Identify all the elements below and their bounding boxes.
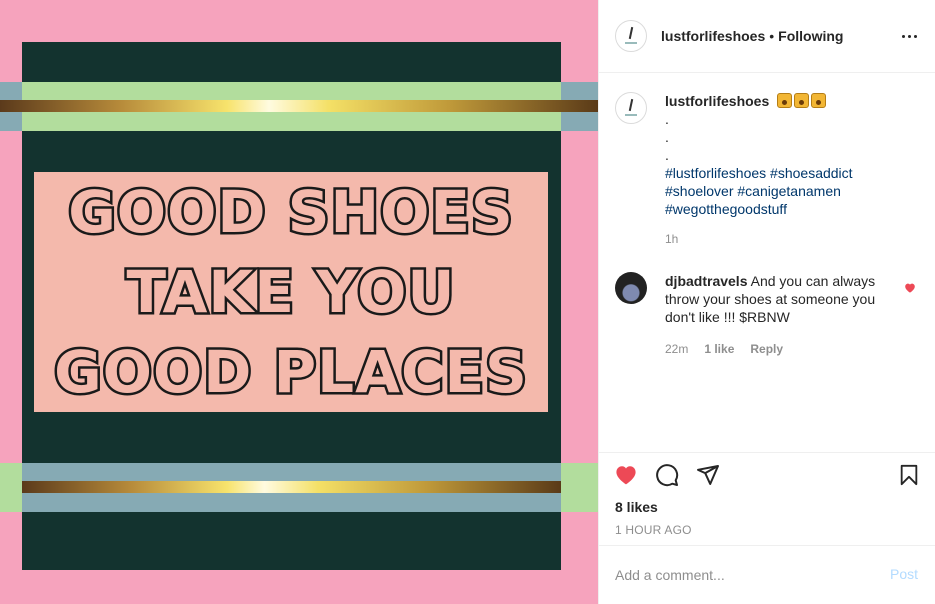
image-gold-stripe bbox=[0, 100, 598, 112]
caption-body: lustforlifeshoes . . . #lustforlifeshoes… bbox=[665, 92, 853, 248]
post-side-panel: lustforlifeshoes • Following lustforlife… bbox=[598, 0, 935, 604]
caption-avatar[interactable] bbox=[615, 92, 647, 124]
post-image[interactable]: GOOD SHOES TAKE YOU GOOD PLACES bbox=[0, 0, 598, 604]
post-comment-button[interactable]: Post bbox=[890, 566, 918, 582]
hashtag-line[interactable]: #lustforlifeshoes #shoesaddict bbox=[665, 164, 853, 182]
post-container: GOOD SHOES TAKE YOU GOOD PLACES lustforl… bbox=[0, 0, 935, 604]
caption-dot: . bbox=[665, 147, 669, 163]
image-stripe bbox=[0, 463, 22, 512]
hashtag-line[interactable]: #shoelover #canigetanamen bbox=[665, 182, 853, 200]
post-header: lustforlifeshoes • Following bbox=[599, 0, 935, 73]
comment-icon[interactable] bbox=[654, 463, 680, 487]
comment-time[interactable]: 22m bbox=[665, 340, 688, 358]
caption: lustforlifeshoes . . . #lustforlifeshoes… bbox=[615, 92, 915, 248]
comment-input[interactable] bbox=[615, 567, 875, 583]
caption-time[interactable]: 1h bbox=[665, 230, 853, 248]
comment-likes[interactable]: 1 like bbox=[704, 340, 734, 358]
bookmark-icon[interactable] bbox=[898, 463, 920, 487]
raising-hands-emoji bbox=[794, 93, 810, 108]
comment-meta: 22m 1 like Reply bbox=[665, 340, 890, 358]
add-comment-bar: Post bbox=[599, 545, 935, 604]
slogan-line-2: TAKE YOU bbox=[124, 256, 457, 329]
comment-item: djbadtravels And you can always throw yo… bbox=[615, 272, 920, 358]
follow-status-button[interactable]: Following bbox=[778, 28, 843, 44]
comment-body: djbadtravels And you can always throw yo… bbox=[665, 272, 890, 358]
caption-dot: . bbox=[665, 111, 669, 127]
header-text: lustforlifeshoes • Following bbox=[661, 28, 843, 44]
post-actions: 8 likes 1 HOUR AGO bbox=[599, 452, 935, 544]
raising-hands-emoji bbox=[811, 93, 827, 108]
share-send-icon[interactable] bbox=[695, 463, 721, 487]
caption-username[interactable]: lustforlifeshoes bbox=[665, 93, 769, 109]
hashtag-line[interactable]: #wegotthegoodstuff bbox=[665, 200, 853, 218]
likes-count[interactable]: 8 likes bbox=[615, 499, 658, 515]
post-timestamp[interactable]: 1 HOUR AGO bbox=[615, 523, 692, 537]
caption-dot: . bbox=[665, 129, 669, 145]
slogan-line-3: GOOD PLACES bbox=[52, 336, 530, 409]
reply-button[interactable]: Reply bbox=[750, 340, 783, 358]
comment-heart-icon[interactable] bbox=[904, 282, 916, 294]
like-heart-icon[interactable] bbox=[613, 463, 639, 487]
raising-hands-emoji-group bbox=[777, 93, 827, 108]
more-options-icon[interactable] bbox=[900, 27, 918, 45]
slogan-line-1: GOOD SHOES bbox=[66, 176, 516, 249]
comments-section[interactable]: lustforlifeshoes . . . #lustforlifeshoes… bbox=[599, 74, 935, 452]
commenter-avatar[interactable] bbox=[615, 272, 647, 304]
header-separator: • bbox=[769, 28, 775, 44]
raising-hands-emoji bbox=[777, 93, 793, 108]
header-username[interactable]: lustforlifeshoes bbox=[661, 28, 765, 44]
image-stripe bbox=[561, 463, 598, 512]
avatar[interactable] bbox=[615, 20, 647, 52]
slogan-box: GOOD SHOES TAKE YOU GOOD PLACES bbox=[34, 172, 548, 412]
comment-username[interactable]: djbadtravels bbox=[665, 273, 747, 289]
image-gold-stripe bbox=[22, 481, 561, 493]
